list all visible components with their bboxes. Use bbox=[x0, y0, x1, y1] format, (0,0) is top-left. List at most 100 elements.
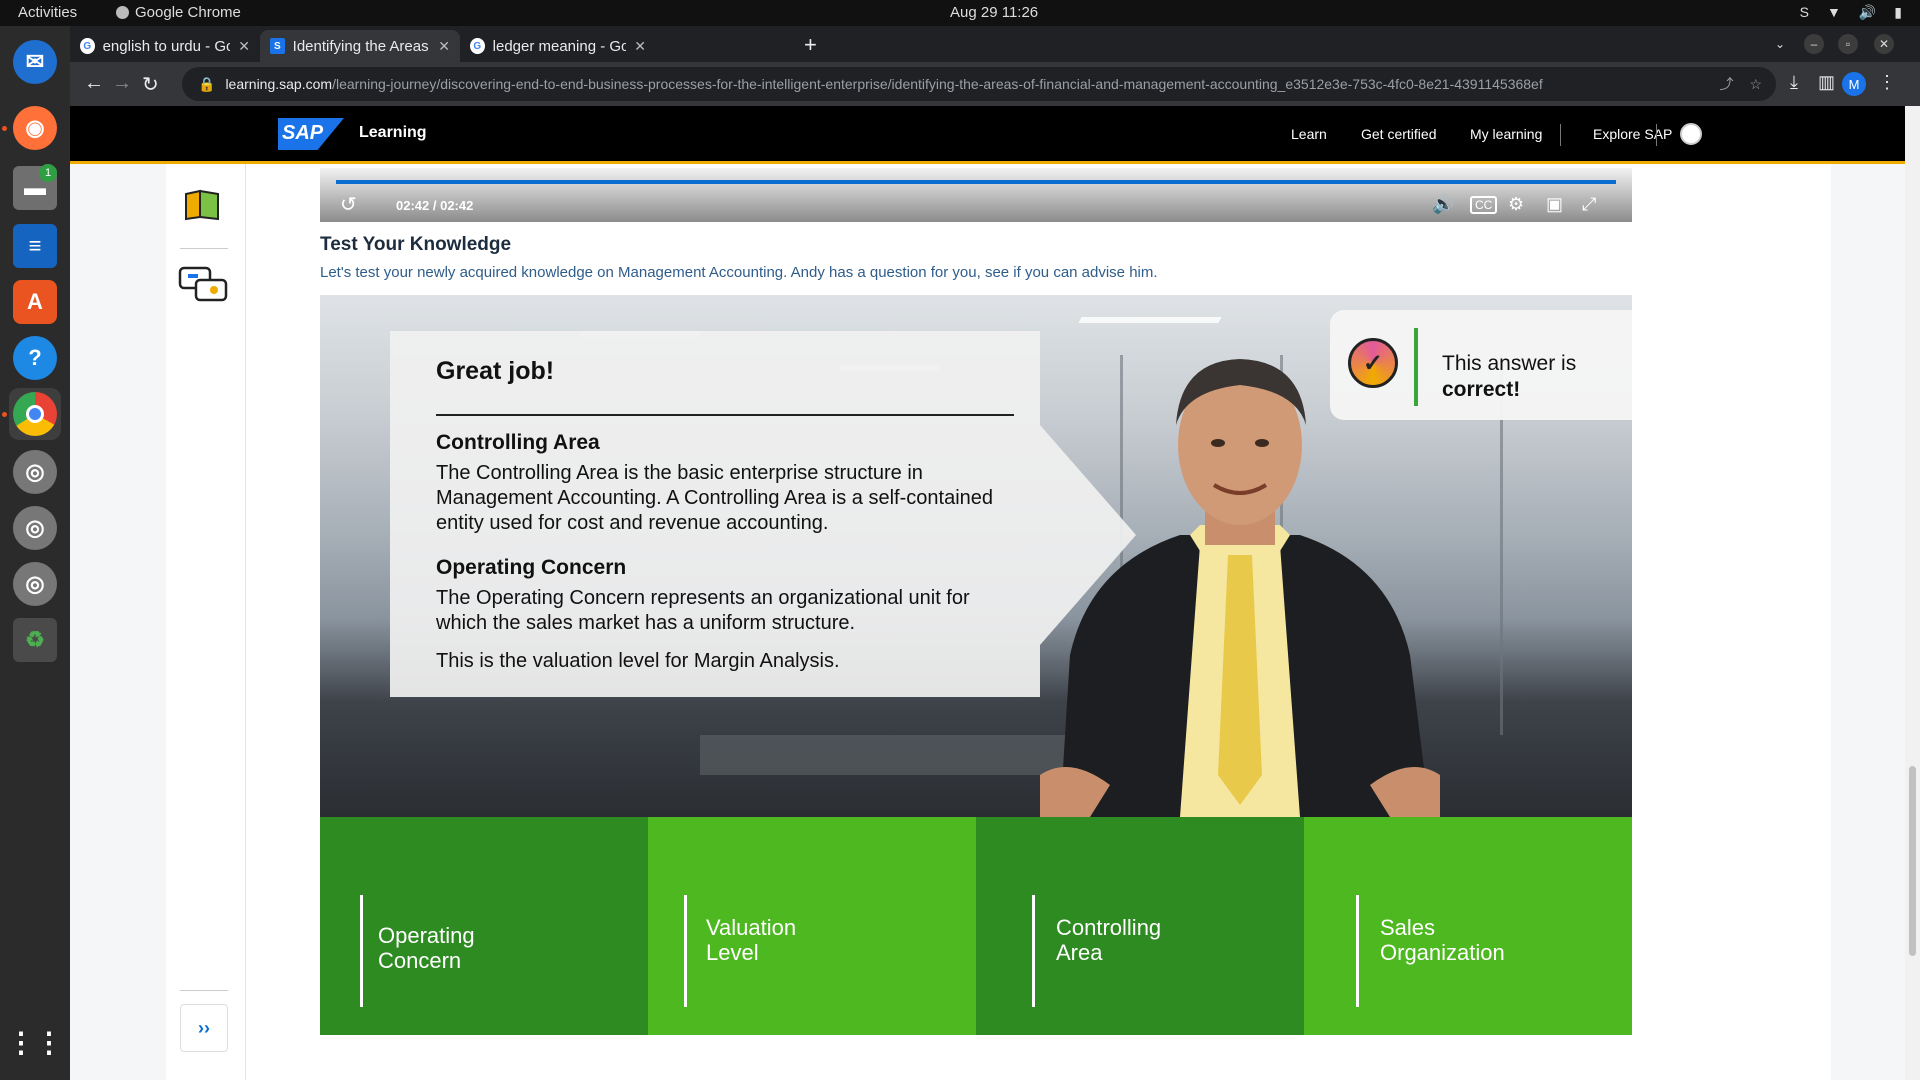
close-window-button[interactable]: ✕ bbox=[1874, 34, 1894, 54]
browser-window: G english to urdu - Google S ✕ S Identif… bbox=[70, 26, 1920, 1080]
picture-in-picture-icon[interactable]: ▣ bbox=[1546, 194, 1563, 215]
help-icon: ? bbox=[13, 336, 57, 380]
discussion-icon[interactable] bbox=[176, 264, 232, 315]
maximize-button[interactable]: ▫ bbox=[1838, 34, 1858, 54]
system-top-bar: Activities Google Chrome Aug 29 11:26 S … bbox=[0, 0, 1920, 26]
option-controlling-area[interactable]: Controlling Area bbox=[976, 817, 1304, 1035]
sap-icon: S bbox=[270, 38, 285, 54]
running-indicator bbox=[2, 412, 7, 417]
expand-rail-button[interactable]: ›› bbox=[180, 1004, 228, 1052]
back-button[interactable]: ← bbox=[84, 72, 104, 95]
tab-identifying-areas[interactable]: S Identifying the Areas of Fi ✕ bbox=[260, 30, 460, 62]
battery-icon[interactable]: ▮ bbox=[1894, 4, 1902, 21]
option-valuation-level[interactable]: Valuation Level bbox=[648, 817, 976, 1035]
scrollbar-thumb[interactable] bbox=[1909, 766, 1916, 956]
grid-icon: ⋮⋮ bbox=[7, 1026, 63, 1058]
lock-icon[interactable]: 🔒 bbox=[198, 76, 215, 93]
wifi-icon[interactable]: ▼ bbox=[1827, 4, 1841, 21]
volume-icon[interactable]: 🔊 bbox=[1432, 194, 1454, 215]
focused-app-menu[interactable]: Google Chrome bbox=[116, 4, 241, 21]
feedback-card: Great job! Controlling Area The Controll… bbox=[390, 331, 1040, 697]
option-operating-concern[interactable]: Operating Concern bbox=[320, 817, 648, 1035]
rail-divider bbox=[180, 248, 228, 249]
book-icon[interactable] bbox=[182, 188, 222, 227]
disk-icon: ◎ bbox=[13, 506, 57, 550]
interactive-scene: Great job! Controlling Area The Controll… bbox=[320, 295, 1632, 817]
page-viewport: SAP Learning Learn Get certified My lear… bbox=[70, 106, 1920, 1080]
url-domain: learning.sap.com bbox=[225, 76, 333, 92]
nav-divider bbox=[1656, 124, 1657, 146]
disk-launcher-2[interactable]: ◎ bbox=[9, 502, 61, 554]
menu-icon[interactable]: ⋮ bbox=[1878, 72, 1896, 93]
left-rail: ›› bbox=[166, 164, 246, 1080]
answer-options: Operating Concern Valuation Level Contro… bbox=[320, 817, 1632, 1035]
nav-get-certified[interactable]: Get certified bbox=[1361, 126, 1436, 142]
nav-my-learning[interactable]: My learning bbox=[1470, 126, 1542, 142]
video-time: 02:42 / 02:42 bbox=[396, 198, 474, 213]
files-launcher[interactable]: ▬ 1 bbox=[9, 162, 61, 214]
disk-launcher-3[interactable]: ◎ bbox=[9, 558, 61, 610]
option-label: Sales Organization bbox=[1380, 915, 1505, 965]
volume-icon[interactable]: 🔊 bbox=[1859, 4, 1876, 21]
user-avatar[interactable] bbox=[1680, 123, 1702, 145]
google-icon: G bbox=[470, 38, 485, 54]
sap-logo[interactable]: SAP bbox=[278, 118, 344, 150]
page-scrollbar[interactable] bbox=[1905, 106, 1920, 1080]
close-icon[interactable]: ✕ bbox=[238, 38, 250, 55]
trash-launcher[interactable]: ♻ bbox=[9, 614, 61, 666]
address-bar[interactable]: 🔒 learning.sap.com/learning-journey/disc… bbox=[182, 67, 1776, 101]
running-indicator bbox=[2, 126, 7, 131]
option-sales-organization[interactable]: Sales Organization bbox=[1304, 817, 1632, 1035]
feedback-text: The Controlling Area is the basic enterp… bbox=[436, 462, 994, 534]
sap-brand[interactable]: Learning bbox=[359, 124, 427, 142]
feedback-divider bbox=[436, 414, 1014, 416]
new-tab-button[interactable]: + bbox=[804, 32, 817, 58]
disk-launcher-1[interactable]: ◎ bbox=[9, 446, 61, 498]
forward-button[interactable]: → bbox=[112, 72, 132, 95]
close-icon[interactable]: ✕ bbox=[634, 38, 646, 55]
writer-launcher[interactable]: ≡ bbox=[9, 220, 61, 272]
tab-search-icon[interactable]: ⌄ bbox=[1770, 34, 1790, 54]
close-icon[interactable]: ✕ bbox=[438, 38, 450, 55]
share-icon[interactable]: ⤴ bbox=[1719, 74, 1733, 94]
side-panel-icon[interactable]: ▥ bbox=[1818, 72, 1835, 93]
show-apps-button[interactable]: ⋮⋮ bbox=[7, 1016, 63, 1068]
download-icon[interactable]: ⤓ bbox=[1790, 72, 1798, 93]
google-icon: G bbox=[80, 38, 95, 54]
reload-button[interactable]: ↻ bbox=[142, 72, 159, 97]
skype-icon[interactable]: S bbox=[1800, 4, 1809, 21]
nav-explore-sap[interactable]: Explore SAP bbox=[1593, 126, 1672, 142]
option-label: Operating Concern bbox=[378, 923, 475, 973]
option-label: Controlling Area bbox=[1056, 915, 1162, 965]
help-launcher[interactable]: ? bbox=[9, 332, 61, 384]
video-progress-fill bbox=[336, 180, 1616, 184]
lesson-content: ↺ 02:42 / 02:42 🔊 CC ⚙ ▣ ⤢ Test Your Kno… bbox=[246, 164, 1831, 1080]
trash-icon: ♻ bbox=[13, 618, 57, 662]
files-badge: 1 bbox=[39, 164, 57, 182]
activities-button[interactable]: Activities bbox=[18, 4, 77, 21]
fullscreen-icon[interactable]: ⤢ bbox=[1582, 194, 1596, 215]
tab-strip: G english to urdu - Google S ✕ S Identif… bbox=[70, 26, 1920, 62]
clock[interactable]: Aug 29 11:26 bbox=[950, 4, 1038, 21]
video-progress-track[interactable] bbox=[336, 180, 1616, 184]
system-tray[interactable]: S ▼ 🔊 ▮ bbox=[1800, 4, 1902, 21]
firefox-launcher[interactable]: ◉ bbox=[9, 102, 61, 154]
option-bar bbox=[684, 895, 687, 1007]
profile-avatar[interactable]: M bbox=[1842, 72, 1866, 96]
software-icon: A bbox=[13, 280, 57, 324]
nav-learn[interactable]: Learn bbox=[1291, 126, 1327, 142]
tab-ledger-meaning[interactable]: G ledger meaning - Google S ✕ bbox=[460, 30, 656, 62]
settings-gear-icon[interactable]: ⚙ bbox=[1508, 194, 1524, 215]
section-description: Let's test your newly acquired knowledge… bbox=[320, 264, 1158, 281]
chrome-launcher[interactable] bbox=[9, 388, 61, 440]
tab-title: english to urdu - Google S bbox=[102, 37, 231, 55]
minimize-button[interactable]: – bbox=[1804, 34, 1824, 54]
feedback-note: This is the valuation level for Margin A… bbox=[436, 650, 840, 672]
software-launcher[interactable]: A bbox=[9, 276, 61, 328]
bookmark-star-icon[interactable]: ☆ bbox=[1749, 76, 1762, 93]
closed-captions-icon[interactable]: CC bbox=[1470, 196, 1498, 214]
rail-divider bbox=[180, 990, 228, 991]
thunderbird-launcher[interactable]: ✉ bbox=[9, 36, 61, 88]
tab-english-to-urdu[interactable]: G english to urdu - Google S ✕ bbox=[70, 30, 260, 62]
replay-icon[interactable]: ↺ bbox=[340, 192, 357, 217]
